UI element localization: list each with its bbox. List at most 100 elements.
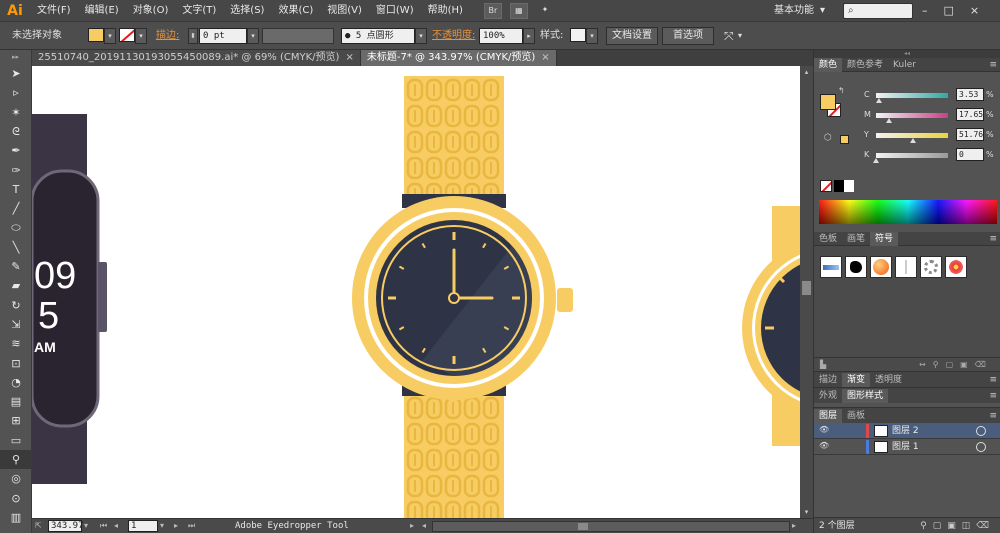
horizontal-scrollbar[interactable] [432,521,790,532]
tab-document-2[interactable]: 未标题-7* @ 343.97% (CMYK/预览) × [360,50,557,66]
stroke-swatch[interactable] [119,28,135,42]
scroll-down-arrow[interactable]: ▾ [800,506,813,518]
variable-width-profile[interactable] [262,28,334,44]
pen-tool-icon[interactable]: ✒ [0,141,32,160]
tab-symbols[interactable]: 符号 [870,231,899,246]
symbol-sprayer-tool-icon[interactable]: ⊙ [0,489,32,508]
workspace-switcher[interactable]: 基本功能 ▾ [774,0,825,22]
toolbar-grip[interactable]: ▸▸ [0,50,31,64]
layer-name[interactable]: 图层 1 [892,439,919,455]
paintbrush-tool-icon[interactable]: ╲ [0,238,32,257]
blue-bar-symbol[interactable] [820,256,842,278]
rotate-tool-icon[interactable]: ↻ [0,296,32,315]
layer-name[interactable]: 图层 2 [892,423,919,439]
opacity-arrow[interactable]: ▸ [523,28,535,44]
selection-tool-icon[interactable]: ➤ [0,64,32,83]
layer-target-icon[interactable] [976,442,986,452]
ring-symbol[interactable] [920,256,942,278]
eraser-tool-icon[interactable]: ▰ [0,276,32,295]
ellipse-tool-icon[interactable]: ⬭ [0,218,32,237]
panel-menu-icon[interactable]: ≡ [989,411,997,421]
tab-stroke[interactable]: 描边 [814,373,842,387]
stroke-dropdown[interactable]: ▾ [135,28,147,44]
layer-row[interactable]: 👁 图层 1 [814,439,1000,455]
zoom-dropdown[interactable]: ▾ [84,520,88,532]
fill-swatch[interactable] [88,28,104,42]
gamut-swatch[interactable] [840,135,849,144]
symbol-libraries-icon[interactable]: ▙ [820,360,826,369]
yellow-value[interactable]: 51.76 [956,128,984,141]
magic-wand-tool-icon[interactable]: ✶ [0,103,32,122]
magenta-value[interactable]: 17.65 [956,108,984,121]
tab-brushes[interactable]: 画笔 [842,232,870,246]
document-setup-button[interactable]: 文档设置 [606,27,658,45]
style-dropdown[interactable]: ▾ [586,28,598,44]
zoom-field[interactable]: 343.97 [48,520,84,532]
hscroll-right-arrow[interactable]: ▸ [792,520,796,532]
free-transform-tool-icon[interactable]: ⊡ [0,353,32,372]
magenta-knob[interactable] [885,118,892,123]
visibility-eye-icon[interactable]: 👁 [819,425,829,434]
ink-splat-symbol[interactable] [845,256,867,278]
black-knob[interactable] [873,158,879,163]
graph-tool-icon[interactable]: ▥ [0,508,32,527]
close-button[interactable]: × [970,0,979,22]
vertical-scrollbar[interactable]: ▴ ▾ [800,66,813,518]
cyan-knob[interactable] [875,98,882,103]
search-input[interactable]: ⌕ [843,3,913,19]
tab-document-1[interactable]: 25510740_20191130193055450089.ai* @ 69% … [32,50,361,66]
opacity-label[interactable]: 不透明度: [432,28,475,44]
hscroll-thumb[interactable] [578,523,588,530]
stroke-weight-stepper[interactable]: ⬍ [188,28,198,44]
layer-target-icon[interactable] [976,426,986,436]
layer-row[interactable]: 👁 图层 2 [814,423,1000,439]
artboard-dropdown[interactable]: ▾ [160,520,164,532]
panel-menu-icon[interactable]: ≡ [989,391,997,401]
menu-window[interactable]: 窗口(W) [369,0,421,22]
orange-ball-symbol[interactable] [870,256,892,278]
lasso-tool-icon[interactable]: ᘓ [0,122,32,141]
arrange-icon[interactable]: ⤧ [724,28,734,44]
menu-object[interactable]: 对象(O) [126,0,176,22]
black-value[interactable]: 0 [956,148,984,161]
cyan-track[interactable] [876,93,948,98]
tab-graphic-styles[interactable]: 图形样式 [842,388,889,403]
eyedropper-tool-icon[interactable]: ⚲ [0,449,32,470]
perspective-grid-tool-icon[interactable]: ▤ [0,392,32,411]
last-artboard-button[interactable]: ⏭ [188,520,195,532]
curvature-tool-icon[interactable]: ✑ [0,160,32,179]
pencil-tool-icon[interactable]: ✎ [0,257,32,276]
scroll-up-arrow[interactable]: ▴ [800,66,813,78]
menu-type[interactable]: 文字(T) [175,0,223,22]
stroke-weight-field[interactable]: 0 pt [199,28,247,44]
light-symbol[interactable] [895,256,917,278]
flower-symbol[interactable] [945,256,967,278]
stroke-label[interactable]: 描边: [156,28,179,44]
blend-tool-icon[interactable]: ◎ [0,469,32,488]
bridge-icon[interactable]: Br [483,2,502,19]
menu-effect[interactable]: 效果(C) [271,0,320,22]
gradient-tool-icon[interactable]: ▭ [0,431,32,450]
tab-color[interactable]: 颜色 [814,57,843,72]
panel-menu-icon[interactable]: ≡ [989,375,997,385]
prev-artboard-button[interactable]: ◂ [114,520,118,532]
brush-definition[interactable]: ● 5 点圆形 [341,28,415,44]
black-swatch[interactable] [834,180,844,192]
opacity-field[interactable]: 100% [479,28,523,44]
tab-swatches[interactable]: 色板 [814,232,842,246]
none-swatch[interactable] [820,180,832,192]
tab-color-guide[interactable]: 颜色参考 [842,58,888,72]
mesh-tool-icon[interactable]: ⊞ [0,411,32,430]
line-tool-icon[interactable]: ╱ [0,199,32,218]
menu-edit[interactable]: 编辑(E) [78,0,126,22]
shape-builder-tool-icon[interactable]: ◔ [0,373,32,392]
brush-dropdown[interactable]: ▾ [415,28,427,44]
cyan-value[interactable]: 3.53 [956,88,984,101]
fill-color-box[interactable] [820,94,836,110]
black-track[interactable] [876,153,948,158]
control-menu-icon[interactable]: ▾ [738,28,742,44]
maximize-button[interactable]: □ [944,0,954,22]
fill-dropdown[interactable]: ▾ [104,28,116,44]
white-swatch[interactable] [844,180,854,192]
tab-artboards[interactable]: 画板 [842,409,870,423]
